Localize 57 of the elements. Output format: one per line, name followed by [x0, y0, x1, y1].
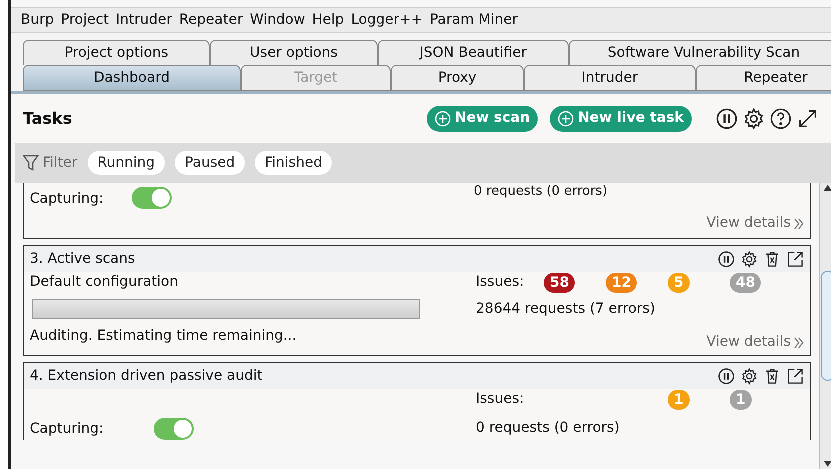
scan-configuration: Default configuration — [30, 273, 180, 292]
menu-item[interactable]: Param Miner — [430, 10, 518, 30]
tab[interactable]: Project options — [23, 40, 210, 65]
settings-icon[interactable] — [743, 108, 765, 130]
request-count: 28644 requests (7 errors) — [476, 300, 656, 319]
menu-item[interactable]: Project — [61, 10, 110, 30]
filter-chip[interactable]: Paused — [175, 151, 246, 175]
filter-chip[interactable]: Finished — [255, 151, 332, 175]
scrollbar[interactable] — [819, 183, 831, 469]
issue-count-badge[interactable]: 58 — [544, 272, 576, 292]
capturing-label: Capturing: — [30, 420, 104, 438]
toggle-switch[interactable] — [132, 187, 172, 209]
menu-item[interactable]: Burp — [21, 10, 54, 30]
issues-label: Issues: — [476, 390, 526, 409]
trash-icon[interactable] — [764, 250, 781, 268]
scroll-down-icon[interactable] — [822, 459, 831, 469]
capturing-label: Capturing: — [30, 190, 105, 209]
filter-label: Filter — [43, 154, 78, 172]
double-chevron-icon — [794, 218, 804, 230]
task-title: 4. Extension driven passive audit — [30, 366, 263, 386]
tasks-heading: Tasks — [23, 108, 72, 130]
settings-icon[interactable] — [741, 368, 758, 384]
scan-status: Auditing. Estimating time remaining... — [30, 327, 298, 346]
double-chevron-icon — [794, 336, 804, 348]
filter-chip[interactable]: Running — [88, 151, 166, 175]
scroll-up-icon[interactable] — [822, 183, 831, 193]
help-icon[interactable] — [770, 108, 792, 130]
tab[interactable]: Dashboard — [23, 65, 241, 91]
plus-circle-icon — [435, 110, 452, 126]
pause-icon[interactable] — [716, 108, 738, 130]
popout-icon[interactable] — [787, 368, 804, 384]
tab[interactable]: Intruder — [524, 65, 696, 91]
trash-icon[interactable] — [764, 368, 781, 384]
tab[interactable]: Repeater — [696, 65, 831, 91]
menu-item[interactable]: Help — [312, 10, 344, 30]
view-details-link[interactable]: View details — [706, 332, 791, 353]
popout-icon[interactable] — [787, 250, 804, 268]
menu-item[interactable]: Logger++ — [351, 10, 423, 30]
expand-icon[interactable] — [797, 108, 819, 130]
request-count: 0 requests (0 errors) — [476, 419, 621, 438]
menu-item[interactable]: Window — [250, 10, 306, 30]
plus-circle-icon — [558, 110, 574, 126]
menu-item[interactable]: Repeater — [179, 10, 244, 30]
tab[interactable]: Proxy — [391, 65, 524, 91]
request-count: 0 requests (0 errors) — [474, 185, 608, 199]
pause-icon[interactable] — [718, 250, 735, 268]
settings-icon[interactable] — [741, 250, 758, 268]
pause-icon[interactable] — [718, 368, 735, 384]
menu-item[interactable]: Intruder — [116, 10, 172, 30]
tab[interactable]: User options — [210, 40, 378, 65]
toggle-switch[interactable] — [154, 418, 194, 440]
task-title: 3. Active scans — [30, 250, 136, 268]
tab[interactable]: JSON Beautifier — [378, 40, 569, 65]
issues-label: Issues: — [476, 273, 526, 292]
filter-icon — [23, 154, 39, 172]
tab[interactable]: Software Vulnerability Scan — [569, 40, 831, 65]
view-details-link[interactable]: View details — [706, 213, 791, 234]
